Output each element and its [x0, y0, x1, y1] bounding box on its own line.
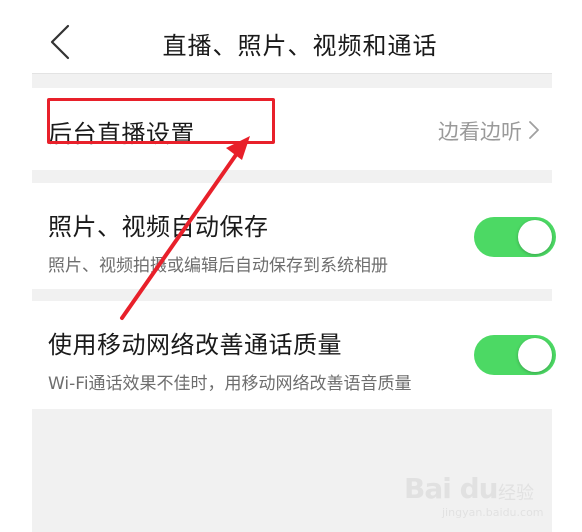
mobile-network-call-quality-label: 使用移动网络改善通话质量 — [48, 331, 342, 359]
mobile-network-call-quality-description: Wi-Fi通话效果不佳时，用移动网络改善语音质量 — [48, 374, 412, 394]
annotation-highlight-box — [47, 98, 275, 144]
toggle-knob — [518, 338, 552, 372]
mobile-network-call-quality-toggle[interactable] — [474, 335, 556, 375]
mobile-network-call-quality-row: 使用移动网络改善通话质量 Wi-Fi通话效果不佳时，用移动网络改善语音质量 — [32, 301, 556, 409]
screen: 直播、照片、视频和通话 后台直播设置 边看边听 照片、视频自动保存 照片、视频拍… — [0, 0, 582, 532]
auto-save-media-label: 照片、视频自动保存 — [48, 213, 269, 241]
baidu-watermark: Bai du 经验 jingyan.baidu.com — [402, 462, 552, 519]
watermark-url: jingyan.baidu.com — [442, 506, 544, 519]
watermark-text: 经验 — [498, 483, 534, 504]
toggle-knob — [518, 220, 552, 254]
baidu-logo: Bai du — [404, 472, 499, 505]
chevron-right-icon — [529, 121, 539, 139]
header-divider — [32, 73, 552, 74]
header: 直播、照片、视频和通话 — [0, 0, 582, 73]
auto-save-media-description: 照片、视频拍摄或编辑后自动保存到系统相册 — [48, 256, 388, 276]
auto-save-media-row: 照片、视频自动保存 照片、视频拍摄或编辑后自动保存到系统相册 — [32, 183, 556, 289]
auto-save-media-toggle[interactable] — [474, 217, 556, 257]
page-title: 直播、照片、视频和通话 — [162, 32, 438, 60]
background-live-settings-value: 边看边听 — [438, 120, 522, 144]
